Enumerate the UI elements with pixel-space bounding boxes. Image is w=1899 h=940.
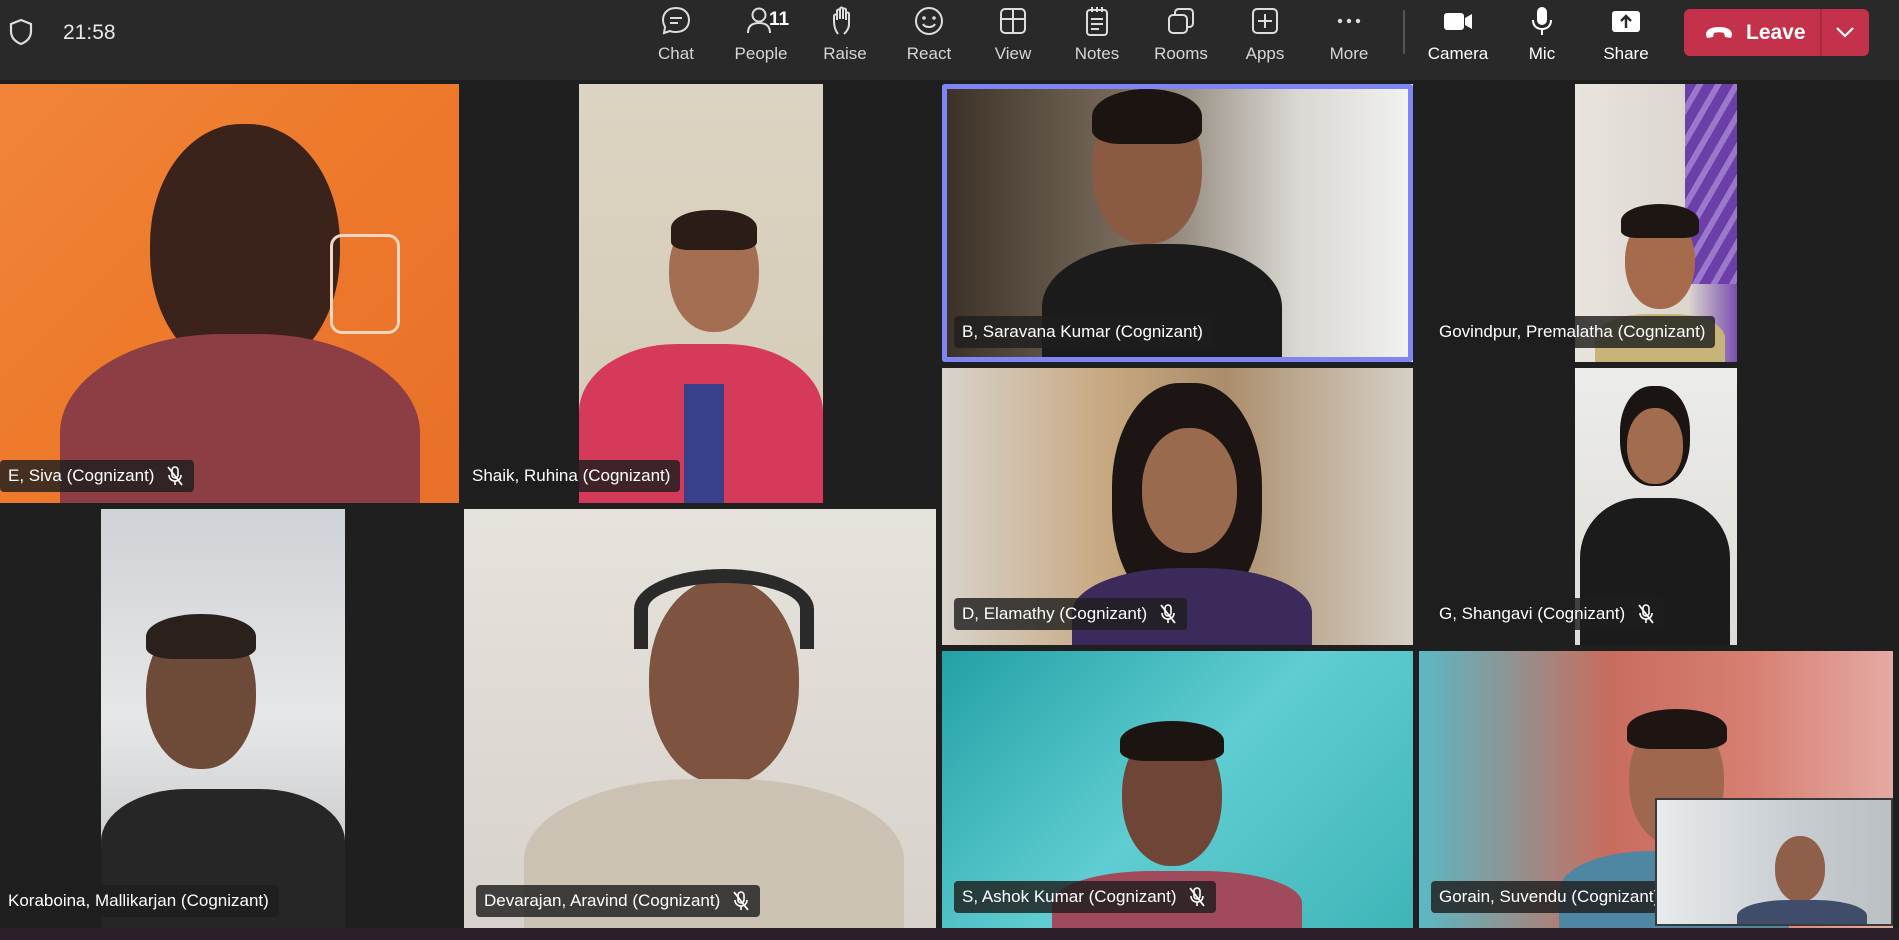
apps-plus-icon bbox=[1252, 8, 1278, 34]
participant-tile-ashok[interactable]: S, Ashok Kumar (Cognizant) bbox=[942, 651, 1413, 928]
participant-name-tag: D, Elamathy (Cognizant) bbox=[954, 598, 1188, 630]
mic-label: Mic bbox=[1528, 44, 1556, 63]
notes-button[interactable]: Notes bbox=[1058, 4, 1136, 76]
notes-label: Notes bbox=[1074, 44, 1120, 63]
leave-options-dropdown[interactable] bbox=[1822, 9, 1869, 56]
meeting-timer: 21:58 bbox=[63, 21, 116, 44]
camera-button[interactable]: Camera bbox=[1419, 4, 1497, 76]
participant-name: S, Ashok Kumar (Cognizant) bbox=[962, 887, 1177, 906]
share-icon bbox=[1612, 11, 1640, 32]
view-button[interactable]: View bbox=[974, 4, 1052, 76]
participant-name-tag: Devarajan, Aravind (Cognizant) bbox=[476, 885, 761, 917]
participant-name-tag: Govindpur, Premalatha (Cognizant) bbox=[1431, 316, 1716, 348]
mic-icon bbox=[1532, 7, 1552, 35]
toolbar-divider bbox=[1403, 10, 1405, 54]
participant-name: Koraboina, Mallikarjan (Cognizant) bbox=[8, 891, 269, 910]
chat-icon bbox=[661, 6, 691, 35]
meeting-toolbar: 21:58 Chat 11 People Raise React View No… bbox=[0, 0, 1899, 80]
participant-name-tag: G, Shangavi (Cognizant) bbox=[1431, 598, 1666, 630]
participant-video bbox=[464, 509, 936, 928]
participant-tile-saravana[interactable]: B, Saravana Kumar (Cognizant) bbox=[942, 84, 1413, 362]
participant-count: 11 bbox=[769, 9, 790, 30]
participant-name-tag: Koraboina, Mallikarjan (Cognizant) bbox=[0, 885, 279, 917]
mic-off-icon bbox=[167, 466, 184, 486]
people-button[interactable]: 11 People bbox=[722, 4, 800, 76]
participant-video bbox=[579, 84, 823, 503]
participant-video bbox=[101, 509, 345, 928]
mic-off-icon bbox=[733, 891, 749, 911]
apps-label: Apps bbox=[1245, 44, 1285, 63]
raise-label: Raise bbox=[823, 44, 867, 63]
mic-off-icon bbox=[1160, 604, 1176, 624]
participant-name: Govindpur, Premalatha (Cognizant) bbox=[1439, 322, 1706, 341]
hang-up-icon bbox=[1706, 27, 1732, 38]
camera-icon bbox=[1444, 13, 1472, 30]
more-label: More bbox=[1329, 44, 1369, 63]
participant-name: G, Shangavi (Cognizant) bbox=[1439, 604, 1626, 623]
share-label: Share bbox=[1603, 44, 1649, 63]
participant-name-tag: E, Siva (Cognizant) bbox=[0, 460, 195, 492]
participant-tile-elamathy[interactable]: D, Elamathy (Cognizant) bbox=[942, 368, 1413, 645]
view-label: View bbox=[994, 44, 1032, 63]
rooms-label: Rooms bbox=[1154, 44, 1208, 63]
raise-hand-button[interactable]: Raise bbox=[806, 4, 884, 76]
participant-name: D, Elamathy (Cognizant) bbox=[962, 604, 1148, 623]
mic-off-icon bbox=[1189, 887, 1206, 907]
leave-button-group: Leave bbox=[1684, 9, 1869, 56]
participant-video bbox=[0, 84, 459, 503]
participant-tile-premalatha[interactable]: Govindpur, Premalatha (Cognizant) bbox=[1419, 84, 1893, 362]
participant-tile-ruhina[interactable]: Shaik, Ruhina (Cognizant) bbox=[464, 84, 936, 503]
chat-label: Chat bbox=[658, 44, 694, 63]
raise-hand-icon bbox=[833, 6, 850, 35]
participant-name: E, Siva (Cognizant) bbox=[8, 466, 155, 485]
self-view-video[interactable] bbox=[1655, 798, 1893, 926]
chevron-down-icon bbox=[1836, 27, 1854, 38]
participant-name: Devarajan, Aravind (Cognizant) bbox=[484, 891, 721, 910]
participant-tile-mallikarjan[interactable]: Koraboina, Mallikarjan (Cognizant) bbox=[0, 509, 459, 928]
chat-button[interactable]: Chat bbox=[637, 4, 715, 76]
view-grid-icon bbox=[1000, 8, 1026, 34]
mic-off-icon bbox=[1638, 604, 1654, 624]
mic-button[interactable]: Mic bbox=[1503, 4, 1581, 76]
rooms-button[interactable]: Rooms bbox=[1142, 4, 1220, 76]
camera-label: Camera bbox=[1427, 44, 1489, 63]
shield-icon bbox=[9, 18, 33, 46]
participant-tile-aravind[interactable]: Devarajan, Aravind (Cognizant) bbox=[464, 509, 936, 928]
share-button[interactable]: Share bbox=[1587, 4, 1665, 76]
react-smiley-icon bbox=[915, 7, 943, 35]
participant-tile-siva[interactable]: E, Siva (Cognizant) bbox=[0, 84, 459, 503]
participant-tile-shangavi[interactable]: G, Shangavi (Cognizant) bbox=[1419, 368, 1893, 645]
react-button[interactable]: React bbox=[890, 4, 968, 76]
participant-name: Shaik, Ruhina (Cognizant) bbox=[472, 466, 671, 485]
people-label: People bbox=[734, 44, 788, 63]
more-button[interactable]: More bbox=[1310, 4, 1388, 76]
participant-name: Gorain, Suvendu (Cognizant) bbox=[1439, 887, 1660, 906]
participant-name-tag: Shaik, Ruhina (Cognizant) bbox=[464, 460, 681, 492]
leave-label: Leave bbox=[1746, 21, 1806, 44]
participant-name-tag: B, Saravana Kumar (Cognizant) bbox=[954, 316, 1213, 348]
leave-button[interactable]: Leave bbox=[1684, 9, 1820, 56]
participant-name-tag: S, Ashok Kumar (Cognizant) bbox=[954, 881, 1217, 913]
bottom-edge bbox=[0, 928, 1899, 940]
rooms-icon bbox=[1168, 8, 1194, 34]
more-dots-icon bbox=[1337, 18, 1361, 24]
participant-name: B, Saravana Kumar (Cognizant) bbox=[962, 322, 1203, 341]
notes-icon bbox=[1086, 7, 1108, 36]
react-label: React bbox=[906, 44, 952, 63]
apps-button[interactable]: Apps bbox=[1226, 4, 1304, 76]
